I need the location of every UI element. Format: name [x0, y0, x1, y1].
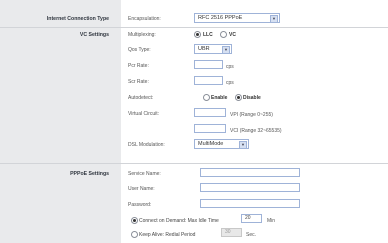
pcr-rate-input[interactable] [194, 60, 223, 69]
user-name-input[interactable] [200, 183, 300, 192]
multiplexing-llc-radio[interactable] [194, 31, 201, 38]
multiplexing-vc-label: VC [229, 32, 236, 38]
encapsulation-value: RFC 2516 PPPoE [198, 15, 243, 21]
pcr-rate-unit: cps [226, 64, 234, 70]
scr-rate-label: Scr Rate: [128, 79, 149, 85]
section-vc-settings: VC Settings [79, 32, 109, 38]
chevron-down-icon: ▼ [222, 46, 230, 54]
encapsulation-label: Encapsulation: [128, 16, 161, 22]
dsl-modulation-label: DSL Modulation: [128, 142, 165, 148]
chevron-down-icon: ▼ [239, 141, 247, 149]
max-idle-time-input[interactable]: 20 [241, 214, 262, 223]
divider [0, 27, 388, 28]
service-name-label: Service Name: [128, 171, 161, 177]
scr-rate-unit: cps [226, 80, 234, 86]
password-label: Password: [128, 202, 152, 208]
section-internet-connection-type: Internet Connection Type [46, 16, 109, 22]
encapsulation-select[interactable]: RFC 2516 PPPoE ▼ [194, 13, 280, 23]
autodetect-enable-radio[interactable] [203, 94, 210, 101]
keep-alive-label: Keep Alive: Redial Period [139, 232, 196, 238]
multiplexing-label: Multiplexing: [128, 32, 156, 38]
vpi-range-hint: VPI (Range 0~255) [230, 112, 273, 118]
chevron-down-icon: ▼ [270, 15, 278, 23]
pcr-rate-label: Pcr Rate: [128, 63, 149, 69]
dsl-modulation-value: MultiMode [198, 141, 224, 147]
max-idle-time-unit: Min [267, 218, 276, 224]
autodetect-enable-label: Enable [211, 95, 228, 101]
password-input[interactable] [200, 199, 300, 208]
vci-range-hint: VCI (Range 32~65535) [230, 128, 282, 134]
autodetect-label: Autodetect: [128, 95, 154, 101]
qos-type-label: Qos Type: [128, 47, 151, 53]
connect-on-demand-radio[interactable] [131, 217, 138, 224]
user-name-label: User Name: [128, 186, 155, 192]
autodetect-disable-radio[interactable] [235, 94, 242, 101]
multiplexing-llc-label: LLC [203, 32, 213, 38]
scr-rate-input[interactable] [194, 76, 223, 85]
multiplexing-vc-radio[interactable] [220, 31, 227, 38]
redial-period-input[interactable]: 30 [221, 228, 242, 237]
redial-period-unit: Sec. [246, 232, 257, 238]
section-pppoe-settings: PPPoE Settings [70, 171, 109, 177]
autodetect-disable-label: Disable [243, 95, 261, 101]
vpi-input[interactable] [194, 108, 226, 117]
connect-on-demand-label: Connect on Demand: Max Idle Time [139, 218, 219, 224]
qos-type-value: UBR [198, 46, 210, 52]
virtual-circuit-label: Virtual Circuit: [128, 111, 160, 117]
divider [0, 163, 388, 164]
qos-type-select[interactable]: UBR ▼ [194, 44, 232, 54]
keep-alive-radio[interactable] [131, 231, 138, 238]
dsl-modulation-select[interactable]: MultiMode ▼ [194, 139, 249, 149]
service-name-input[interactable] [200, 168, 300, 177]
vci-input[interactable] [194, 124, 226, 133]
